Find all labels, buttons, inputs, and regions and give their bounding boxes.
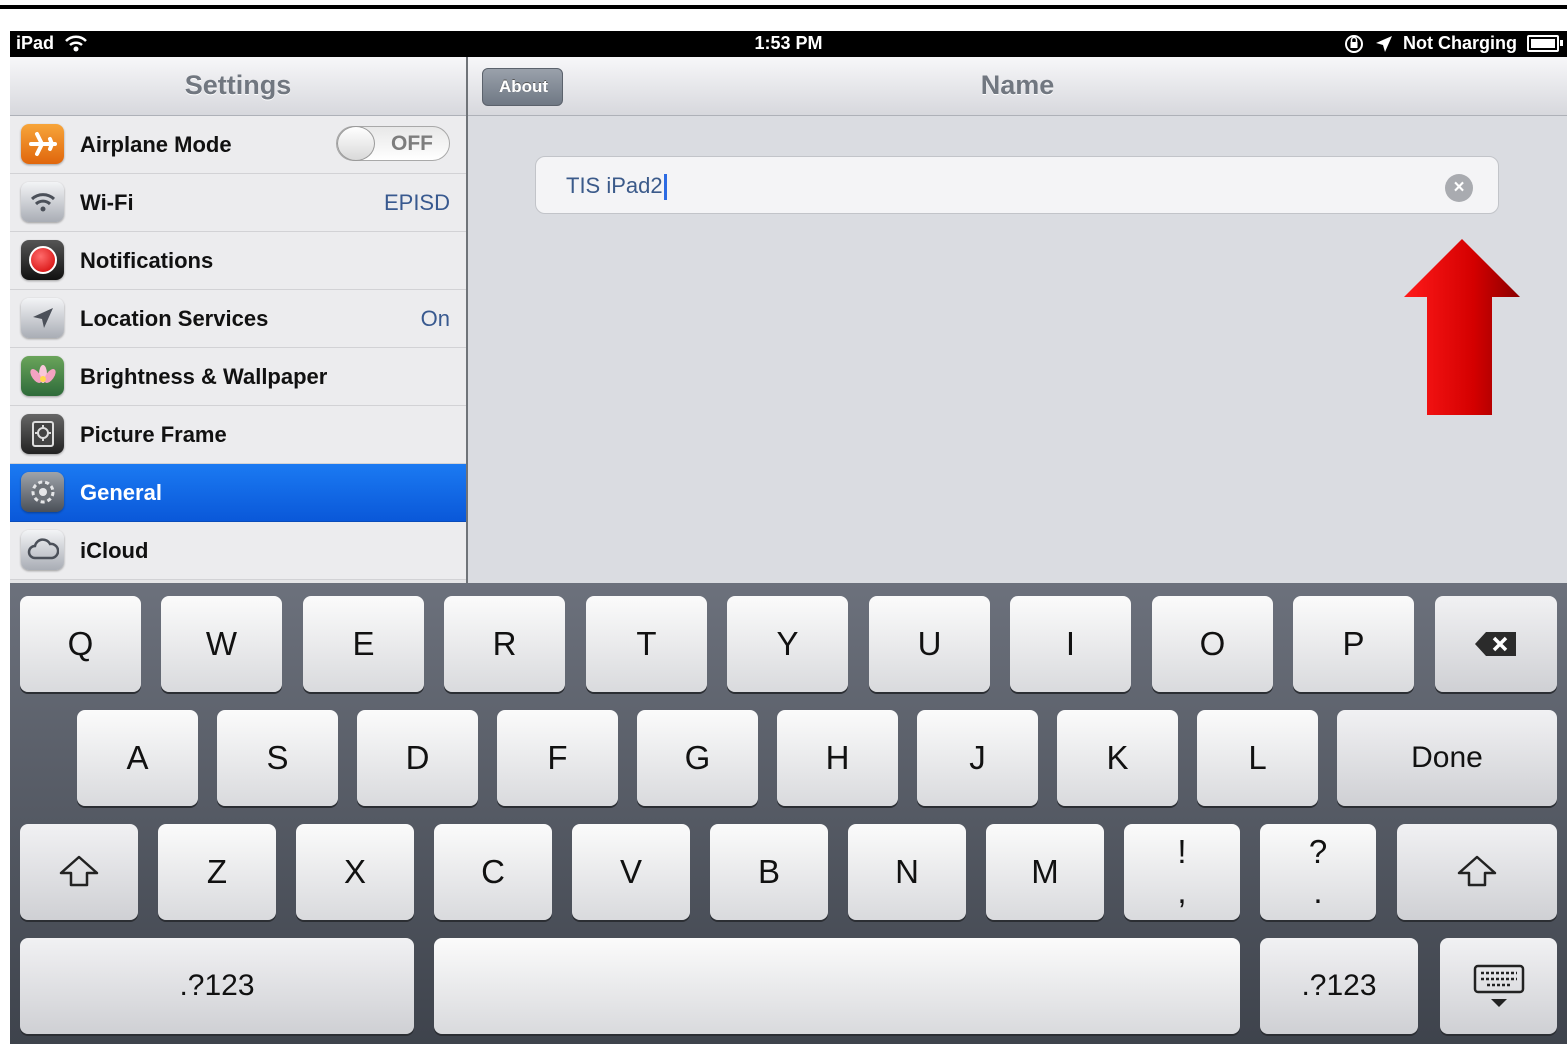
sidebar-item-label: iCloud xyxy=(80,538,149,563)
key-q[interactable]: Q xyxy=(20,596,141,692)
shift-icon xyxy=(1457,855,1497,887)
settings-item-picture-frame[interactable]: Picture Frame xyxy=(10,406,466,464)
sidebar-item-label: Location Services xyxy=(80,306,269,331)
clock: 1:53 PM xyxy=(754,33,823,53)
settings-item-brightness-wallpaper[interactable]: Brightness & Wallpaper xyxy=(10,348,466,406)
gear-icon xyxy=(21,472,64,512)
settings-item-wifi[interactable]: Wi-Fi EPISD xyxy=(10,174,466,232)
location-icon xyxy=(21,298,64,338)
key-x[interactable]: X xyxy=(296,824,414,920)
settings-item-location-services[interactable]: Location Services On xyxy=(10,290,466,348)
shift-key-right[interactable] xyxy=(1397,824,1557,920)
key-a[interactable]: A xyxy=(77,710,198,806)
done-key[interactable]: Done xyxy=(1337,710,1557,806)
backspace-icon xyxy=(1475,632,1516,656)
key-c[interactable]: C xyxy=(434,824,552,920)
page-title: Name xyxy=(980,70,1055,100)
settings-item-general[interactable]: General xyxy=(10,464,466,522)
settings-title: Settings xyxy=(10,57,466,116)
text-cursor xyxy=(663,174,667,201)
key-exclamation-comma[interactable]: ! , xyxy=(1124,824,1240,920)
key-m[interactable]: M xyxy=(986,824,1104,920)
key-i[interactable]: I xyxy=(1010,596,1131,692)
sidebar-item-label: General xyxy=(80,480,162,505)
key-p[interactable]: P xyxy=(1293,596,1414,692)
sidebar-item-label: Airplane Mode xyxy=(80,132,232,157)
notifications-icon xyxy=(21,240,64,280)
numbers-key-left[interactable]: .?123 xyxy=(20,938,414,1034)
key-j[interactable]: J xyxy=(917,710,1038,806)
key-g[interactable]: G xyxy=(637,710,758,806)
name-detail-panel: Name About TIS iPad2 × xyxy=(468,57,1567,583)
key-r[interactable]: R xyxy=(444,596,565,692)
clear-text-button[interactable]: × xyxy=(1445,174,1473,202)
key-s[interactable]: S xyxy=(217,710,338,806)
airplane-icon xyxy=(21,124,64,164)
wifi-network-value: EPISD xyxy=(383,190,450,215)
wifi-icon xyxy=(21,182,64,222)
sidebar-item-label: Notifications xyxy=(80,248,214,273)
key-o[interactable]: O xyxy=(1152,596,1273,692)
sidebar-item-label: Brightness & Wallpaper xyxy=(80,364,328,389)
toggle-knob xyxy=(337,126,375,161)
key-u[interactable]: U xyxy=(869,596,990,692)
ipad-screen: iPad 1:53 PM Not Charging Settings Airpl… xyxy=(10,31,1567,1044)
flower-icon xyxy=(21,356,64,396)
key-l[interactable]: L xyxy=(1197,710,1318,806)
key-top-symbol: ! xyxy=(1177,833,1187,870)
key-v[interactable]: V xyxy=(572,824,690,920)
key-d[interactable]: D xyxy=(357,710,478,806)
location-services-value: On xyxy=(420,306,450,331)
shift-icon xyxy=(59,855,99,887)
about-back-button[interactable]: About xyxy=(482,68,564,106)
key-k[interactable]: K xyxy=(1057,710,1178,806)
key-bottom-symbol: . xyxy=(1313,873,1323,910)
top-border xyxy=(0,0,1567,12)
delete-key[interactable] xyxy=(1435,596,1557,692)
settings-item-airplane-mode[interactable]: Airplane Mode OFF xyxy=(10,116,466,174)
key-question-period[interactable]: ? . xyxy=(1260,824,1376,920)
status-bar: iPad 1:53 PM Not Charging xyxy=(10,31,1567,57)
airplane-mode-toggle[interactable]: OFF xyxy=(336,126,450,161)
key-f[interactable]: F xyxy=(497,710,618,806)
shift-key-left[interactable] xyxy=(20,824,138,920)
sidebar-item-label: Picture Frame xyxy=(80,422,227,447)
settings-item-icloud[interactable]: iCloud xyxy=(10,522,466,580)
key-w[interactable]: W xyxy=(161,596,282,692)
key-b[interactable]: B xyxy=(710,824,828,920)
key-y[interactable]: Y xyxy=(727,596,848,692)
toggle-state: OFF xyxy=(391,132,433,155)
name-input-text: TIS iPad2 xyxy=(566,157,667,215)
detail-navbar: Name About xyxy=(468,57,1567,116)
onscreen-keyboard: Q W E R T Y U I O P A S D F G H J K L Do… xyxy=(10,583,1567,1044)
key-bottom-symbol: , xyxy=(1177,873,1187,910)
name-value: TIS iPad2 xyxy=(566,173,663,198)
settings-panel: Settings Airplane Mode OFF Wi-Fi EPISD N… xyxy=(10,57,466,583)
sidebar-item-label: Wi-Fi xyxy=(80,190,134,215)
cloud-icon xyxy=(21,530,64,570)
location-arrow-icon xyxy=(1376,35,1392,52)
charging-status: Not Charging xyxy=(1403,33,1517,53)
picture-frame-icon xyxy=(21,414,64,454)
red-arrow-annotation xyxy=(1404,239,1520,415)
battery-icon xyxy=(1527,35,1563,52)
space-bar[interactable] xyxy=(434,938,1240,1034)
key-top-symbol: ? xyxy=(1308,833,1328,870)
settings-item-notifications[interactable]: Notifications xyxy=(10,232,466,290)
numbers-key-right[interactable]: .?123 xyxy=(1260,938,1418,1034)
key-t[interactable]: T xyxy=(586,596,707,692)
key-n[interactable]: N xyxy=(848,824,966,920)
keyboard-hide-icon xyxy=(1473,964,1524,1007)
rotation-lock-icon xyxy=(1345,34,1363,53)
key-h[interactable]: H xyxy=(777,710,898,806)
key-e[interactable]: E xyxy=(303,596,424,692)
hide-keyboard-key[interactable] xyxy=(1440,938,1557,1034)
name-input[interactable]: TIS iPad2 × xyxy=(535,156,1499,214)
key-z[interactable]: Z xyxy=(158,824,276,920)
